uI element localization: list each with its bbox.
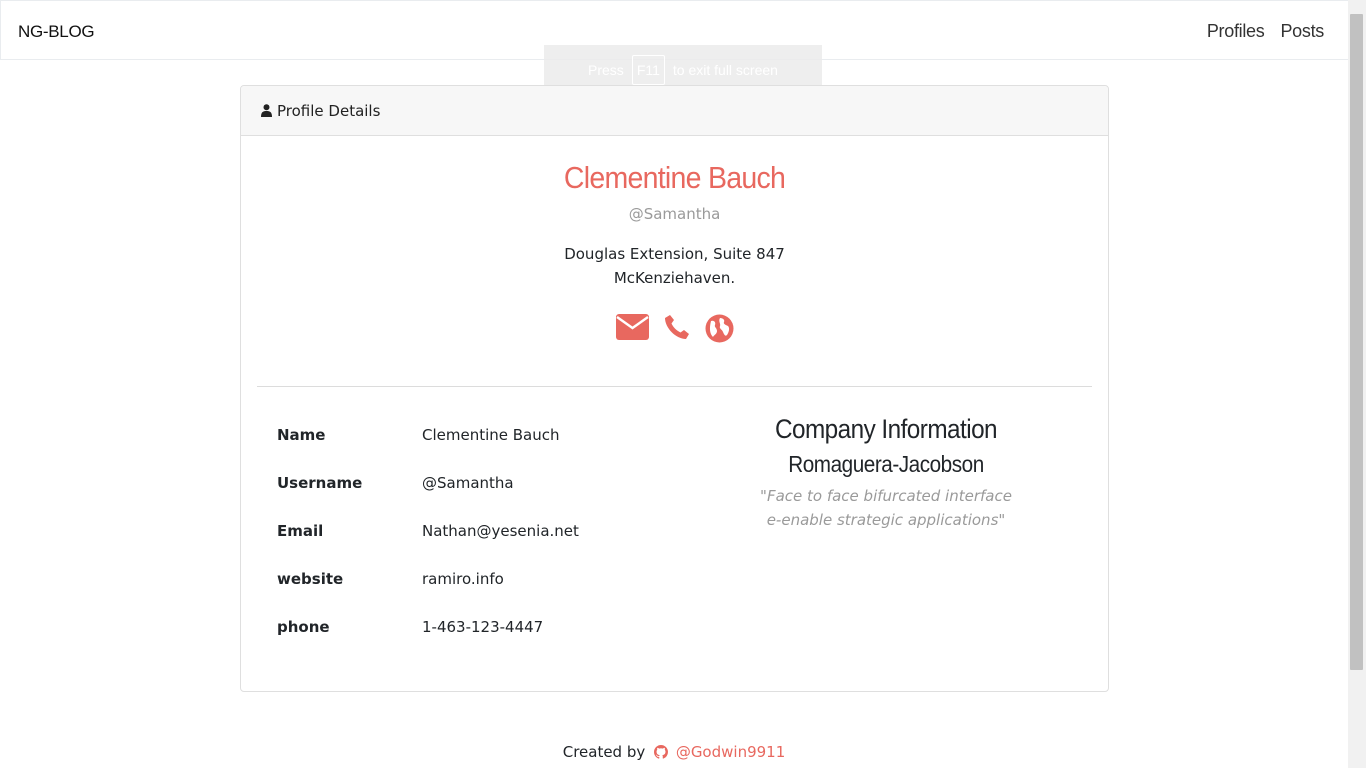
contact-icons <box>241 314 1108 343</box>
section-divider <box>257 386 1092 387</box>
brand-link[interactable]: NG-BLOG <box>18 22 95 42</box>
company-name: Romaguera-Jacobson <box>788 451 984 477</box>
phone-icon[interactable] <box>664 314 690 343</box>
user-icon <box>261 104 272 117</box>
detail-value: 1-463-123-4447 <box>422 618 544 636</box>
company-information: Company Information Romaguera-Jacobson "… <box>721 414 1051 532</box>
nav-link-profiles[interactable]: Profiles <box>1207 21 1265 42</box>
nav-links: Profiles Posts <box>1207 21 1324 42</box>
detail-value: Clementine Bauch <box>422 426 560 444</box>
footer: Created by @Godwin9911 <box>0 743 1348 761</box>
catchphrase-line-1: "Face to face bifurcated interface <box>760 487 1012 505</box>
company-heading: Company Information <box>774 414 998 444</box>
address-line-1: Douglas Extension, Suite 847 <box>564 245 785 263</box>
detail-label: Name <box>277 426 326 444</box>
detail-label: phone <box>277 618 330 636</box>
footer-text: Created by <box>562 743 646 761</box>
detail-label: Email <box>277 522 324 540</box>
address-line-2: McKenziehaven. <box>613 269 736 287</box>
nav-link-posts[interactable]: Posts <box>1280 21 1324 42</box>
detail-label: website <box>277 570 344 588</box>
company-catchphrase: "Face to face bifurcated interface e-ena… <box>721 484 1051 532</box>
envelope-icon[interactable] <box>615 314 649 343</box>
github-link[interactable]: @Godwin9911 <box>676 743 785 761</box>
detail-value: @Samantha <box>422 474 514 492</box>
detail-value: ramiro.info <box>422 570 504 588</box>
profile-name: Clementine Bauch <box>563 160 786 195</box>
card-header: Profile Details <box>241 86 1108 136</box>
fullscreen-notice-after: to exit full screen <box>672 62 778 78</box>
detail-value: Nathan@yesenia.net <box>422 522 579 540</box>
globe-icon[interactable] <box>705 314 734 343</box>
scrollbar[interactable] <box>1348 0 1366 768</box>
fullscreen-notice-key: F11 <box>631 55 665 85</box>
detail-label: Username <box>277 474 363 492</box>
scrollbar-thumb[interactable] <box>1350 14 1363 670</box>
card-header-title: Profile Details <box>277 101 381 120</box>
github-icon <box>654 745 669 759</box>
catchphrase-line-2: e-enable strategic applications" <box>766 511 1006 529</box>
profile-card: Profile Details Clementine Bauch @Samant… <box>240 85 1109 692</box>
profile-handle: @Samantha <box>628 205 721 223</box>
fullscreen-notice-before: Press <box>588 62 624 78</box>
